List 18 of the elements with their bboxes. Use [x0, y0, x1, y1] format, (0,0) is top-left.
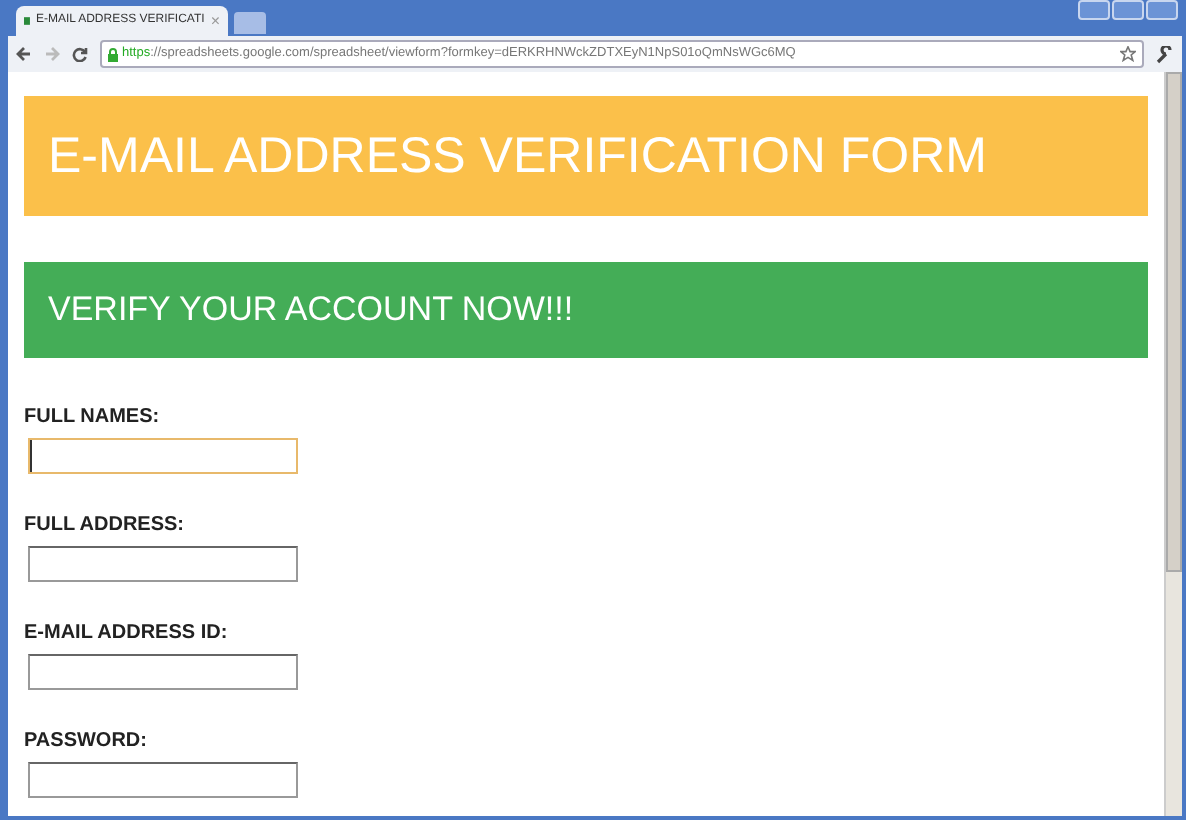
- tab-close-button[interactable]: ×: [210, 13, 220, 29]
- field-label: FULL NAMES:: [24, 406, 162, 430]
- back-icon[interactable]: [16, 46, 32, 62]
- input-field[interactable]: [28, 654, 298, 690]
- star-icon[interactable]: [1120, 46, 1136, 62]
- scrollbar[interactable]: [1164, 72, 1182, 816]
- reload-icon[interactable]: [72, 46, 88, 62]
- form-title: E-MAIL ADDRESS VERIFICATION FORM: [24, 96, 1148, 216]
- input-field[interactable]: [28, 546, 298, 582]
- input-field[interactable]: [28, 438, 298, 474]
- field-label: PASSWORD:: [24, 730, 149, 754]
- wrench-icon[interactable]: [1156, 45, 1174, 63]
- lock-icon: [108, 47, 118, 61]
- field-label: E-MAIL ADDRESS ID:: [24, 622, 230, 646]
- sheet-icon: [24, 12, 30, 30]
- form-subtitle: VERIFY YOUR ACCOUNT NOW!!!: [24, 262, 1148, 358]
- field-label: FULL ADDRESS:: [24, 514, 186, 538]
- input-field[interactable]: [28, 762, 298, 798]
